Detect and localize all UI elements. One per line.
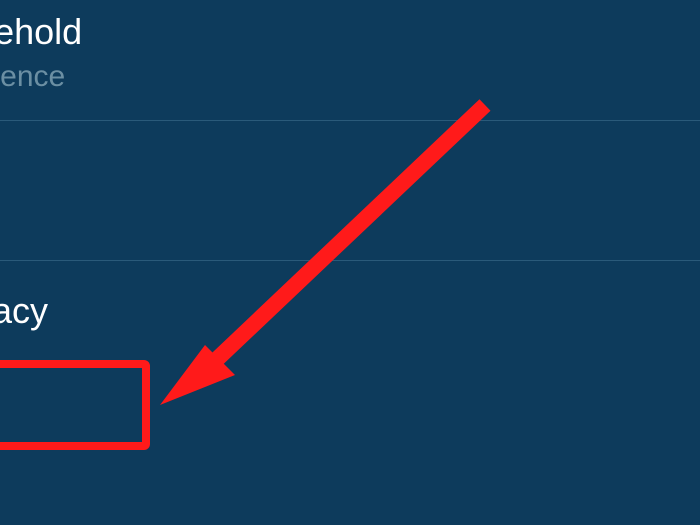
middle-title: y (0, 167, 700, 210)
privacy-title: Privacy (0, 289, 700, 332)
settings-item-household[interactable]: on Household our Amazon experience (0, 0, 700, 121)
household-subtitle: our Amazon experience (0, 57, 700, 96)
settings-item-middle[interactable]: y (0, 121, 700, 261)
household-title: on Household (0, 10, 700, 53)
settings-item-privacy[interactable]: Privacy (0, 261, 700, 441)
settings-list: on Household our Amazon experience y Pri… (0, 0, 700, 525)
